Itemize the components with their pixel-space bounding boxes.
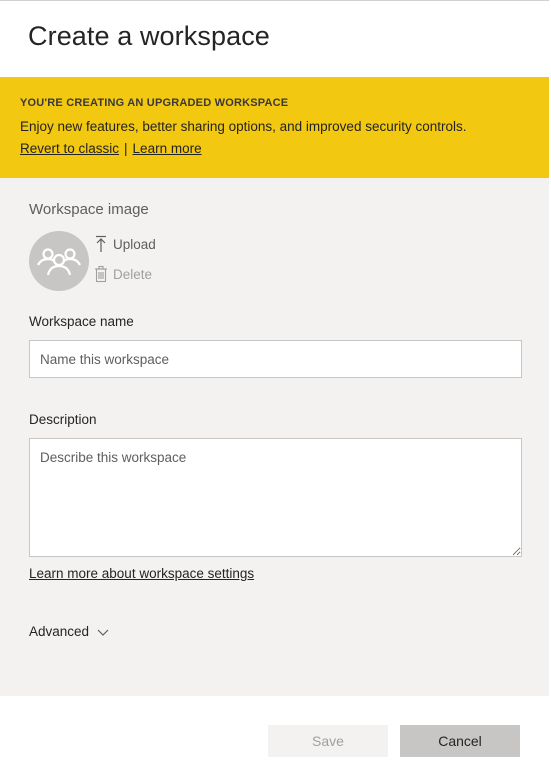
description-label: Description [29,412,97,427]
workspace-name-label: Workspace name [29,314,134,329]
chevron-down-icon [97,629,109,636]
advanced-toggle[interactable]: Advanced [29,624,109,639]
trash-icon [95,265,107,283]
form-body: Workspace image Upload Delete Workspace … [0,178,549,696]
link-separator: | [124,141,128,156]
advanced-label: Advanced [29,624,90,639]
create-workspace-panel: Create a workspace YOU'RE CREATING AN UP… [0,0,549,762]
description-textarea[interactable] [29,438,522,557]
banner-title: YOU'RE CREATING AN UPGRADED WORKSPACE [20,97,289,109]
group-people-icon [37,248,81,276]
dialog-header: Create a workspace [0,1,549,77]
learn-more-link[interactable]: Learn more [133,141,202,156]
dialog-footer: Save Cancel [0,696,549,762]
delete-button[interactable]: Delete [94,265,152,283]
workspace-avatar [29,231,89,291]
upgrade-banner: YOU'RE CREATING AN UPGRADED WORKSPACE En… [0,77,549,178]
save-button[interactable]: Save [268,725,388,757]
workspace-image-label: Workspace image [29,201,149,218]
upload-icon [96,235,106,252]
upload-label: Upload [113,236,156,252]
upload-button[interactable]: Upload [94,235,156,253]
delete-label: Delete [113,266,153,282]
banner-text: Enjoy new features, better sharing optio… [20,119,467,134]
cancel-button[interactable]: Cancel [400,725,520,757]
revert-to-classic-link[interactable]: Revert to classic [20,141,119,156]
workspace-name-input[interactable] [29,340,522,378]
dialog-title: Create a workspace [28,21,270,51]
learn-more-workspace-settings-link[interactable]: Learn more about workspace settings [29,566,254,581]
banner-links: Revert to classic | Learn more [20,141,202,156]
